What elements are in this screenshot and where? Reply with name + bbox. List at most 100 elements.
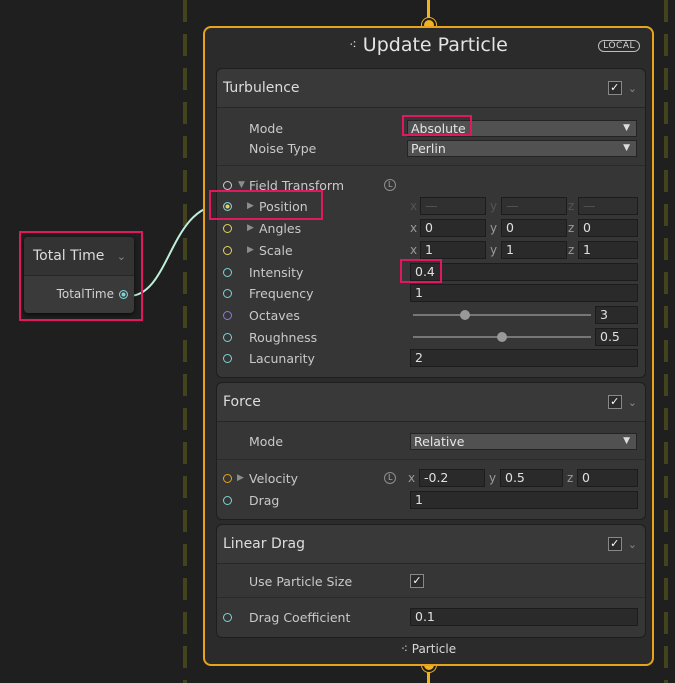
divider [217, 165, 645, 166]
octaves-slider-knob[interactable] [460, 310, 470, 320]
chevron-down-icon[interactable]: ⌄ [628, 82, 637, 95]
noise-type-row: Noise Type Perlin ▼ [217, 137, 645, 159]
scale-x-field[interactable]: 1 [420, 241, 486, 259]
roughness-slider-knob[interactable] [497, 332, 507, 342]
dropdown-arrow-icon: ▼ [623, 122, 630, 133]
drag-field[interactable]: 1 [410, 491, 638, 509]
angles-label: Angles [259, 220, 302, 236]
expand-arrow-icon[interactable]: ▶ [237, 473, 244, 483]
highlight-mode [402, 115, 472, 136]
position-z-field: — [578, 197, 638, 215]
axis-z: z [568, 221, 575, 235]
enable-checkbox[interactable]: ✓ [607, 395, 622, 409]
roughness-row: Roughness 0.5 [217, 326, 645, 348]
octaves-field[interactable]: 3 [595, 306, 638, 324]
angles-x-field[interactable]: 0 [420, 219, 486, 237]
scale-y-field[interactable]: 1 [501, 241, 567, 259]
block-title: Linear Drag [223, 536, 305, 552]
lacunarity-label: Lacunarity [249, 350, 315, 366]
input-slot[interactable] [223, 612, 232, 622]
scale-z-field[interactable]: 1 [578, 241, 638, 259]
drag-label: Drag [249, 492, 280, 508]
velocity-z-field[interactable]: 0 [577, 469, 638, 487]
drag-coefficient-field[interactable]: 0.1 [410, 608, 638, 626]
highlight-position [209, 190, 323, 220]
angles-z-field[interactable]: 0 [578, 219, 638, 237]
frequency-field[interactable]: 1 [410, 284, 638, 302]
input-slot[interactable] [223, 332, 232, 342]
input-slot[interactable] [223, 180, 232, 190]
axis-z: z [568, 199, 575, 213]
octaves-label: Octaves [249, 307, 300, 323]
velocity-x-field[interactable]: -0.2 [419, 469, 485, 487]
position-y-field: — [501, 197, 567, 215]
local-badge[interactable]: LOCAL [598, 40, 640, 52]
drag-row: Drag 1 [217, 489, 645, 511]
axis-z: z [568, 243, 575, 257]
expand-arrow-icon[interactable]: ▶ [247, 223, 254, 233]
chevron-down-icon[interactable]: ⌄ [628, 396, 637, 409]
divider [217, 597, 645, 598]
block-header[interactable]: Force ✓ ⌄ [217, 383, 645, 422]
use-particle-size-row: Use Particle Size ✓ [217, 570, 645, 592]
drag-coefficient-row: Drag Coefficient 0.1 [217, 606, 645, 628]
angles-row: ▶ Angles x 0 y 0 z 0 [217, 217, 645, 239]
noise-type-dropdown[interactable]: Perlin ▼ [407, 139, 637, 157]
axis-y: y [490, 199, 498, 213]
axis-x: x [410, 199, 418, 213]
input-slot[interactable] [223, 310, 232, 320]
input-slot[interactable] [223, 495, 232, 505]
linear-drag-block[interactable]: Linear Drag ✓ ⌄ Use Particle Size ✓ Drag… [216, 524, 646, 638]
axis-x: x [408, 471, 416, 485]
intensity-field[interactable]: 0.4 [410, 263, 638, 281]
lacunarity-row: Lacunarity 2 [217, 347, 645, 369]
block-title: Force [223, 394, 261, 410]
force-block[interactable]: Force ✓ ⌄ Mode Relative ▼ ▶ Velocity L x … [216, 382, 646, 520]
particle-icon: ⁖ [400, 642, 408, 656]
octaves-row: Octaves 3 [217, 304, 645, 326]
axis-z: z [567, 471, 574, 485]
expand-arrow-icon[interactable]: ▶ [247, 245, 254, 255]
particle-icon: ⁖ [349, 38, 357, 53]
context-title: ⁖ Update Particle [349, 34, 508, 56]
roughness-field[interactable]: 0.5 [595, 328, 638, 346]
context-footer: ⁖ Particle [400, 642, 457, 656]
block-header[interactable]: Linear Drag ✓ ⌄ [217, 525, 645, 564]
mode-label: Mode [249, 433, 284, 449]
highlight-intensity [400, 259, 442, 283]
frequency-row: Frequency 1 [217, 282, 645, 304]
input-slot[interactable] [223, 245, 232, 255]
axis-x: x [410, 243, 418, 257]
angles-y-field[interactable]: 0 [501, 219, 567, 237]
input-slot[interactable] [223, 223, 232, 233]
octaves-slider-track[interactable] [413, 314, 591, 316]
frequency-label: Frequency [249, 285, 314, 301]
axis-x: x [410, 221, 418, 235]
input-slot[interactable] [223, 473, 232, 483]
mode-row: Mode Relative ▼ [217, 430, 645, 452]
position-x-field: — [420, 197, 486, 215]
mode-dropdown[interactable]: Relative ▼ [410, 432, 637, 450]
velocity-y-field[interactable]: 0.5 [500, 469, 563, 487]
local-space-badge[interactable]: L [384, 472, 397, 484]
use-particle-size-checkbox[interactable]: ✓ [410, 574, 424, 588]
block-header[interactable]: Turbulence ✓ ⌄ [217, 69, 645, 108]
drag-coefficient-label: Drag Coefficient [249, 609, 351, 625]
axis-y: y [490, 243, 498, 257]
input-slot[interactable] [223, 267, 232, 277]
chevron-down-icon[interactable]: ⌄ [628, 538, 637, 551]
lacunarity-field[interactable]: 2 [410, 349, 638, 367]
dropdown-arrow-icon: ▼ [623, 435, 630, 446]
input-slot[interactable] [223, 353, 232, 363]
mode-label: Mode [249, 120, 284, 136]
enable-checkbox[interactable]: ✓ [607, 537, 622, 551]
local-space-badge[interactable]: L [384, 179, 397, 191]
scale-label: Scale [259, 242, 293, 258]
axis-y: y [490, 221, 498, 235]
input-slot[interactable] [223, 288, 232, 298]
velocity-label: Velocity [249, 470, 299, 486]
highlight-total-time [19, 231, 143, 321]
use-particle-size-label: Use Particle Size [249, 573, 353, 589]
enable-checkbox[interactable]: ✓ [607, 81, 622, 95]
collapse-arrow-icon[interactable]: ▼ [238, 180, 245, 190]
